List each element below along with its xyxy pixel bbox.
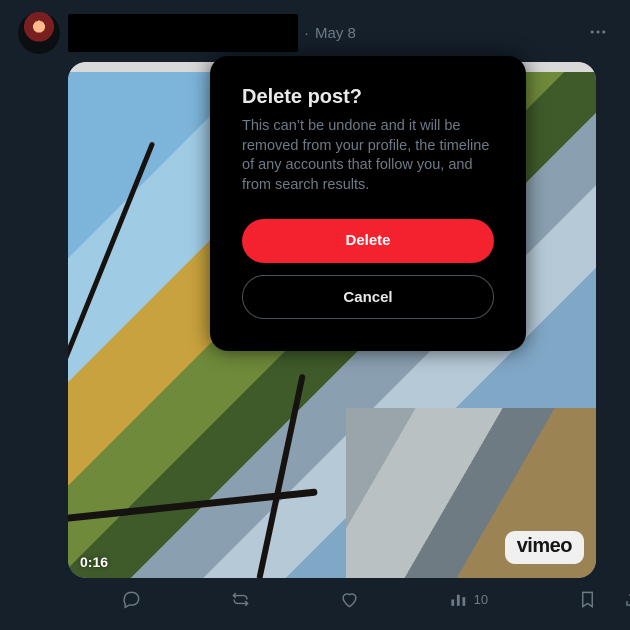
video-duration: 0:16 [80, 554, 108, 570]
repost-icon [231, 590, 250, 609]
more-button[interactable] [584, 18, 612, 46]
views-button[interactable]: 10 [445, 586, 492, 613]
share-button[interactable] [619, 586, 630, 613]
action-bar: 10 [118, 586, 630, 613]
post-header: · May 8 [18, 12, 612, 54]
views-icon [449, 590, 468, 609]
views-count: 10 [474, 592, 488, 607]
cancel-button[interactable]: Cancel [242, 275, 494, 319]
avatar[interactable] [18, 12, 60, 54]
repost-button[interactable] [227, 586, 254, 613]
delete-post-dialog: Delete post? This can’t be undone and it… [210, 56, 526, 351]
reply-icon [122, 590, 141, 609]
delete-button[interactable]: Delete [242, 219, 494, 263]
user-name-block: · May 8 [68, 14, 612, 52]
bookmark-icon [578, 590, 597, 609]
interpunct: · [304, 25, 309, 42]
reply-button[interactable] [118, 586, 145, 613]
dialog-body: This can’t be undone and it will be remo… [242, 117, 494, 195]
post-date: May 8 [315, 25, 356, 42]
like-button[interactable] [336, 586, 363, 613]
watermark-label: vimeo [505, 531, 584, 564]
heart-icon [340, 590, 359, 609]
bookmark-button[interactable] [574, 586, 601, 613]
user-name-redacted [68, 14, 298, 52]
dialog-title: Delete post? [242, 86, 494, 109]
more-icon [588, 22, 608, 42]
share-icon [623, 590, 630, 609]
